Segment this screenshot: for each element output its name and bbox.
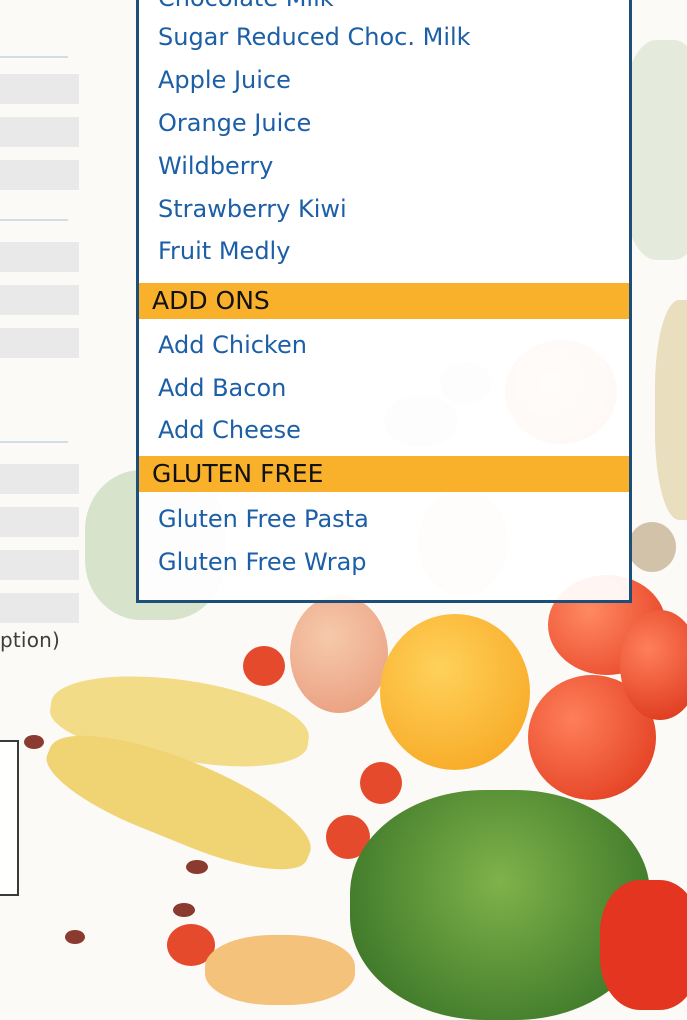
option-note: ption) bbox=[0, 628, 61, 652]
menu-item-gluten-free[interactable]: Gluten Free Wrap bbox=[158, 547, 367, 577]
squash-decoration bbox=[205, 935, 355, 1005]
section-header-gluten-free: GLUTEN FREE bbox=[139, 456, 629, 492]
notes-box[interactable] bbox=[0, 740, 19, 896]
menu-item-drink[interactable]: Apple Juice bbox=[158, 65, 291, 95]
menu-item-drink[interactable]: Sugar Reduced Choc. Milk bbox=[158, 22, 471, 52]
menu-item-chocolate-milk[interactable]: Chocolate Milk bbox=[158, 0, 334, 13]
form-field[interactable] bbox=[0, 550, 79, 580]
menu-item-drink[interactable]: Wildberry bbox=[158, 151, 273, 181]
orange-decoration bbox=[380, 614, 530, 770]
menu-panel: Chocolate Milk Sugar Reduced Choc. Milk … bbox=[136, 0, 632, 603]
quail-egg-decoration bbox=[628, 522, 676, 572]
form-field[interactable] bbox=[0, 74, 79, 104]
menu-item-add-on[interactable]: Add Chicken bbox=[158, 330, 307, 360]
form-field[interactable] bbox=[0, 593, 79, 623]
form-field[interactable] bbox=[0, 160, 79, 190]
menu-item-add-on[interactable]: Add Bacon bbox=[158, 373, 286, 403]
form-field[interactable] bbox=[0, 242, 79, 272]
form-field[interactable] bbox=[0, 464, 79, 494]
pineapple-decoration bbox=[655, 300, 687, 520]
form-field[interactable] bbox=[0, 328, 79, 358]
red-pepper-decoration bbox=[600, 880, 687, 1010]
section-divider bbox=[0, 56, 68, 58]
menu-item-gluten-free[interactable]: Gluten Free Pasta bbox=[158, 504, 369, 534]
cherry-tomato-decoration bbox=[360, 762, 402, 804]
form-field[interactable] bbox=[0, 285, 79, 315]
bean-decoration bbox=[173, 903, 195, 917]
cherry-tomato-decoration bbox=[243, 646, 285, 686]
section-divider bbox=[0, 219, 68, 221]
form-field[interactable] bbox=[0, 507, 79, 537]
form-field[interactable] bbox=[0, 117, 79, 147]
menu-item-drink[interactable]: Fruit Medly bbox=[158, 236, 290, 266]
menu-item-drink[interactable]: Orange Juice bbox=[158, 108, 311, 138]
bean-decoration bbox=[186, 860, 208, 874]
section-divider bbox=[0, 441, 68, 443]
egg-decoration bbox=[290, 595, 388, 713]
menu-item-drink[interactable]: Strawberry Kiwi bbox=[158, 194, 347, 224]
menu-item-add-on[interactable]: Add Cheese bbox=[158, 415, 301, 445]
section-header-add-ons: ADD ONS bbox=[139, 283, 629, 319]
form-column: ption) bbox=[0, 0, 80, 993]
